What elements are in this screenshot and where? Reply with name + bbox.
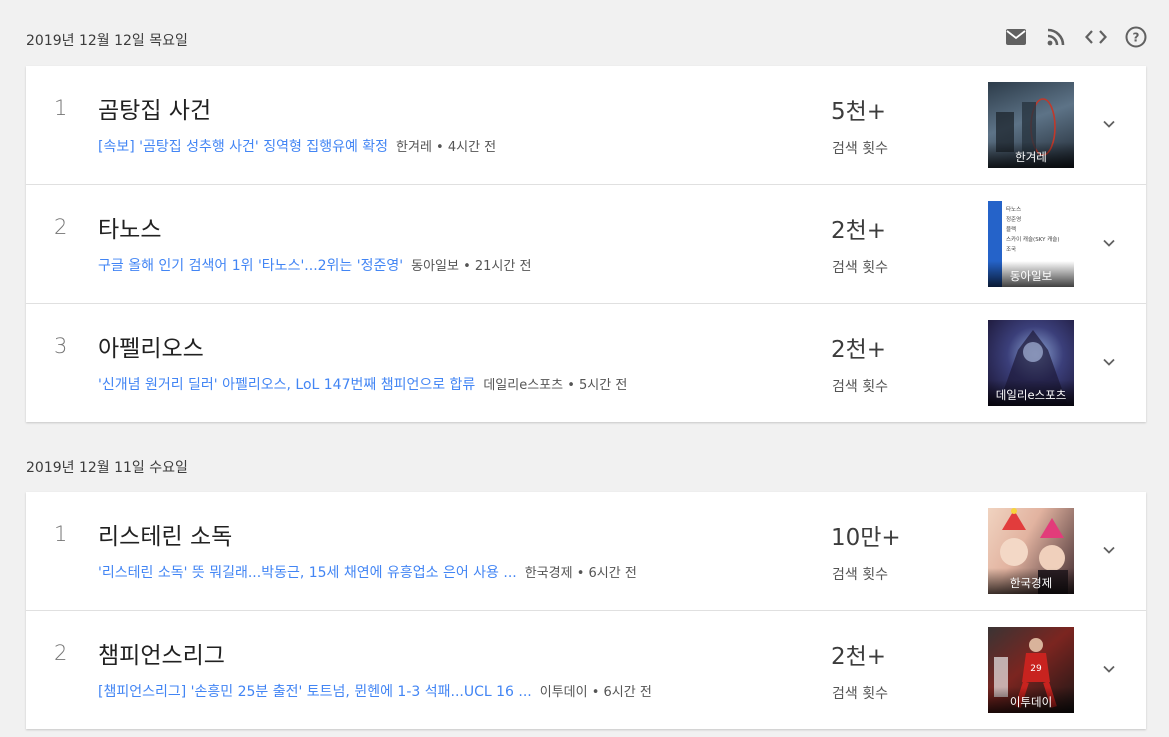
thumbnail-list-item: 스카이 캐슬(SKY 캐슬) [1006, 237, 1060, 243]
thumbnail-caption: 한겨레 [988, 142, 1074, 168]
news-thumbnail[interactable]: 한국경제 [988, 508, 1074, 594]
article-line: '리스테린 소독' 뜻 뭐길래...박동근, 15세 채연에 유흥업소 은어 사… [98, 562, 788, 582]
rank-number: 2 [54, 215, 68, 239]
trend-row[interactable]: 3 아펠리오스 '신개념 원거리 딜러' 아펠리오스, LoL 147번째 챔피… [26, 304, 1146, 422]
trend-row[interactable]: 1 리스테린 소독 '리스테린 소독' 뜻 뭐길래...박동근, 15세 채연에… [26, 492, 1146, 611]
rank-number: 1 [54, 522, 68, 546]
article-source: 데일리e스포츠 • 5시간 전 [483, 378, 628, 393]
chevron-down-icon[interactable] [1100, 541, 1118, 559]
search-count: 2천+ [831, 644, 887, 670]
date-header: 2019년 12월 11일 수요일 [26, 460, 188, 476]
news-thumbnail[interactable]: 29 이투데이 [988, 627, 1074, 713]
date-header: 2019년 12월 12일 목요일 [26, 33, 188, 49]
chevron-down-icon[interactable] [1100, 234, 1118, 252]
thumbnail-caption: 동아일보 [988, 261, 1074, 287]
trend-card: 1 곰탕집 사건 [속보] '곰탕집 성추행 사건' 징역형 집행유예 확정 한겨… [26, 66, 1146, 422]
article-link[interactable]: '리스테린 소독' 뜻 뭐길래...박동근, 15세 채연에 유흥업소 은어 사… [98, 565, 517, 581]
thumbnail-list-item: 정준영 [1006, 217, 1022, 223]
search-count-label: 검색 횟수 [832, 686, 888, 702]
rank-number: 1 [54, 96, 68, 120]
trend-title[interactable]: 타노스 [98, 210, 161, 244]
trend-row[interactable]: 2 타노스 구글 올해 인기 검색어 1위 '타노스'...2위는 '정준영' 동… [26, 185, 1146, 304]
trend-title[interactable]: 곰탕집 사건 [98, 91, 211, 125]
search-count: 10만+ [831, 525, 901, 551]
thumbnail-caption: 이투데이 [988, 687, 1074, 713]
svg-text:?: ? [1133, 31, 1140, 45]
trend-title[interactable]: 챔피언스리그 [98, 636, 225, 670]
trend-title[interactable]: 아펠리오스 [98, 329, 204, 363]
article-source: 동아일보 • 21시간 전 [411, 259, 532, 274]
thumbnail-caption: 데일리e스포츠 [988, 380, 1074, 406]
search-count: 2천+ [831, 218, 887, 244]
help-icon[interactable]: ? [1125, 26, 1147, 48]
article-link[interactable]: 구글 올해 인기 검색어 1위 '타노스'...2위는 '정준영' [98, 258, 403, 274]
news-thumbnail[interactable]: 데일리e스포츠 [988, 320, 1074, 406]
article-link[interactable]: [속보] '곰탕집 성추행 사건' 징역형 집행유예 확정 [98, 139, 388, 155]
trend-row[interactable]: 2 챔피언스리그 [챔피언스리그] '손흥민 25분 출전' 토트넘, 뮌헨에 … [26, 611, 1146, 729]
search-count-label: 검색 횟수 [832, 379, 888, 395]
search-count-label: 검색 횟수 [832, 141, 888, 157]
trend-card: 1 리스테린 소독 '리스테린 소독' 뜻 뭐길래...박동근, 15세 채연에… [26, 492, 1146, 729]
chevron-down-icon[interactable] [1100, 660, 1118, 678]
news-thumbnail[interactable]: 한겨레 [988, 82, 1074, 168]
thumbnail-list-item: 타노스 [1006, 207, 1022, 213]
rank-number: 3 [54, 334, 68, 358]
embed-code-icon[interactable] [1085, 26, 1107, 48]
thumbnail-list-item: 블랙 [1006, 227, 1017, 233]
article-line: [챔피언스리그] '손흥민 25분 출전' 토트넘, 뮌헨에 1-3 석패...… [98, 681, 788, 701]
article-link[interactable]: '신개념 원거리 딜러' 아펠리오스, LoL 147번째 챔피언으로 합류 [98, 377, 475, 393]
mail-icon[interactable] [1005, 26, 1027, 48]
search-count-label: 검색 횟수 [832, 567, 888, 583]
rank-number: 2 [54, 641, 68, 665]
search-count: 5천+ [831, 99, 887, 125]
thumbnail-caption: 한국경제 [988, 568, 1074, 594]
search-count: 2천+ [831, 337, 887, 363]
article-source: 한국경제 • 6시간 전 [524, 566, 637, 581]
toolbar: ? [1005, 26, 1147, 48]
chevron-down-icon[interactable] [1100, 115, 1118, 133]
news-thumbnail[interactable]: 타노스 정준영 블랙 스카이 캐슬(SKY 캐슬) 조국 동아일보 [988, 201, 1074, 287]
thumbnail-list-item: 조국 [1006, 247, 1017, 253]
rss-icon[interactable] [1045, 26, 1067, 48]
article-line: 구글 올해 인기 검색어 1위 '타노스'...2위는 '정준영' 동아일보 • … [98, 255, 788, 275]
chevron-down-icon[interactable] [1100, 353, 1118, 371]
svg-text:29: 29 [1030, 664, 1042, 674]
trend-title[interactable]: 리스테린 소독 [98, 517, 232, 551]
article-source: 이투데이 • 6시간 전 [539, 685, 652, 700]
trend-row[interactable]: 1 곰탕집 사건 [속보] '곰탕집 성추행 사건' 징역형 집행유예 확정 한겨… [26, 66, 1146, 185]
article-link[interactable]: [챔피언스리그] '손흥민 25분 출전' 토트넘, 뮌헨에 1-3 석패...… [98, 684, 532, 700]
article-line: '신개념 원거리 딜러' 아펠리오스, LoL 147번째 챔피언으로 합류 데일… [98, 374, 788, 394]
article-line: [속보] '곰탕집 성추행 사건' 징역형 집행유예 확정 한겨레 • 4시간 전 [98, 136, 788, 156]
thumbnail-list: 타노스 정준영 블랙 스카이 캐슬(SKY 캐슬) 조국 [1006, 205, 1059, 255]
article-source: 한겨레 • 4시간 전 [396, 140, 497, 155]
search-count-label: 검색 횟수 [832, 260, 888, 276]
